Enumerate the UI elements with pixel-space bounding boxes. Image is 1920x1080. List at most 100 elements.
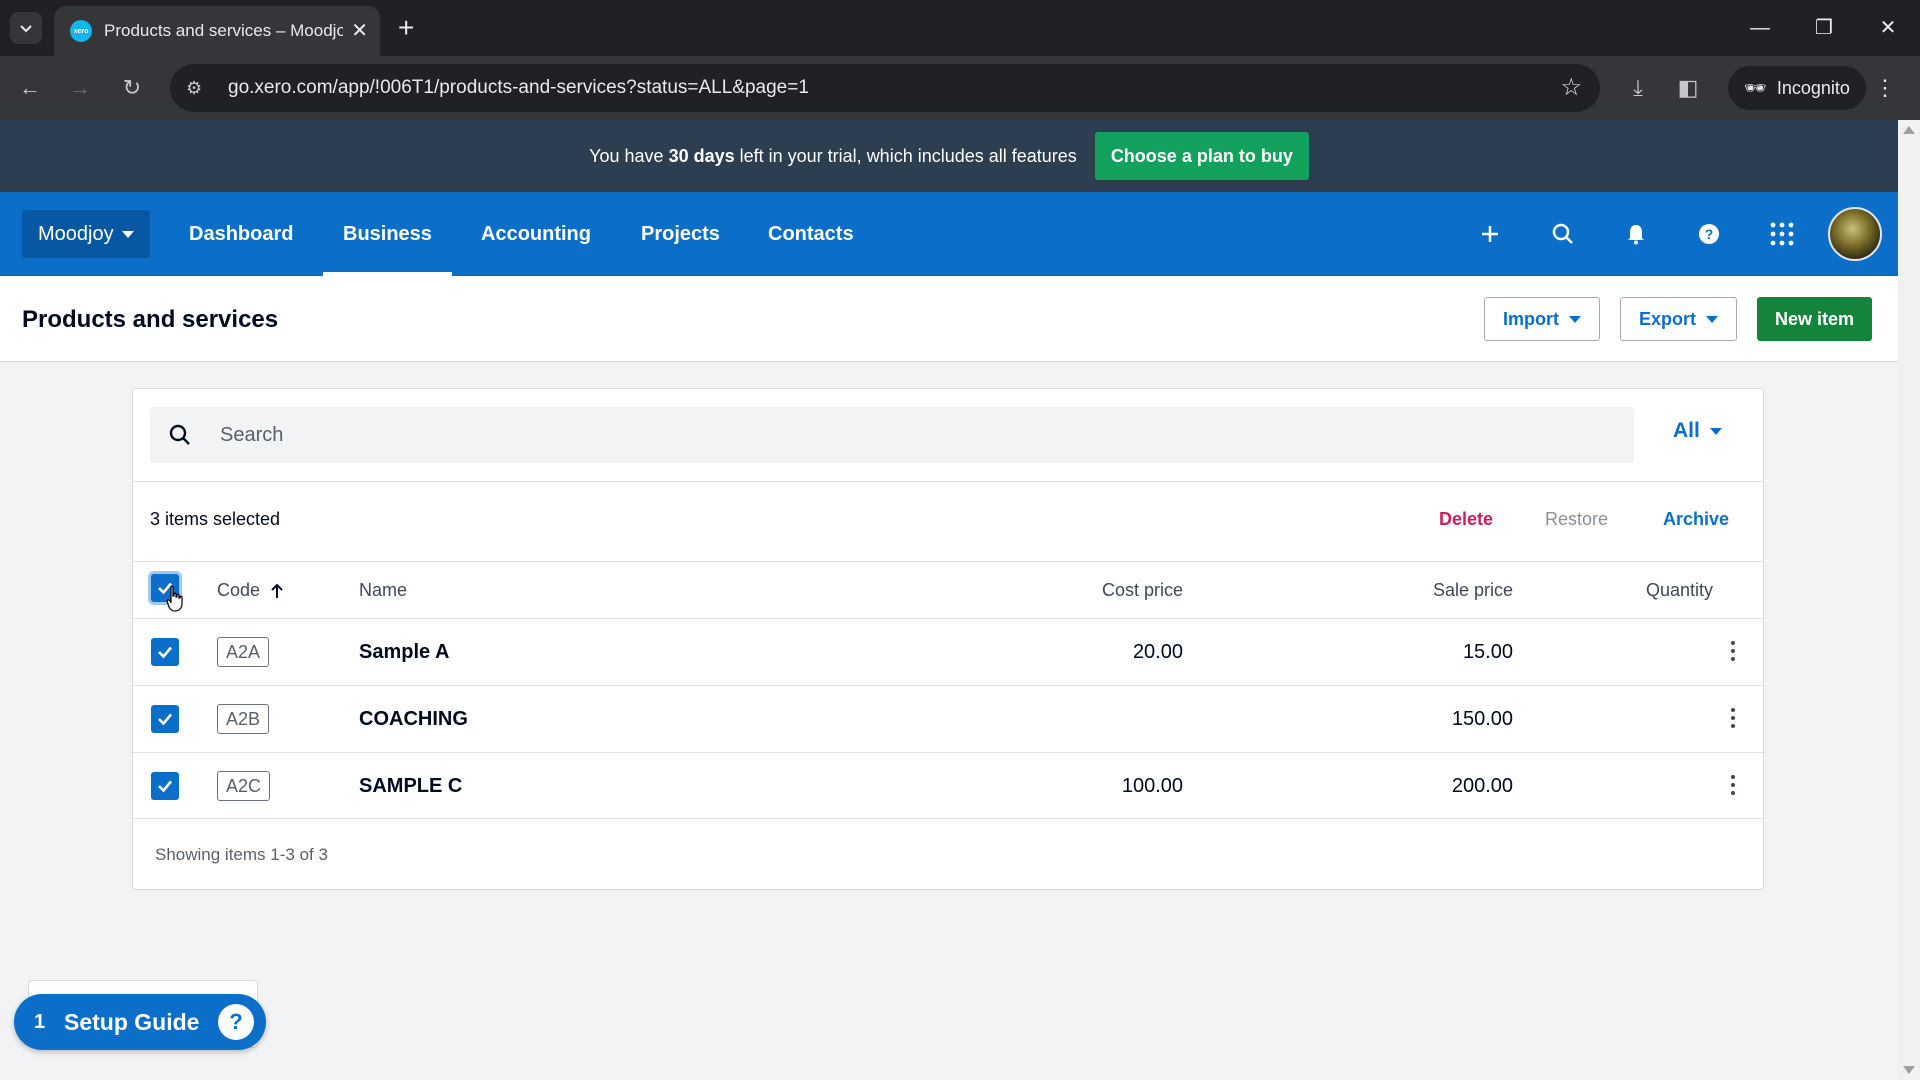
export-button[interactable]: Export bbox=[1620, 297, 1738, 341]
download-icon[interactable]: ⤓ bbox=[1622, 72, 1654, 104]
side-panel-icon[interactable]: ◧ bbox=[1672, 72, 1704, 104]
close-icon[interactable]: ✕ bbox=[351, 21, 368, 41]
scroll-down-arrow-icon[interactable] bbox=[1903, 1066, 1915, 1074]
row-more-options-icon[interactable] bbox=[1723, 708, 1743, 728]
divider bbox=[133, 561, 1763, 562]
item-code: A2C bbox=[217, 771, 271, 801]
row-checkbox[interactable] bbox=[151, 638, 179, 666]
divider bbox=[133, 481, 1763, 482]
item-code: A2A bbox=[217, 637, 270, 667]
item-name: Sample A bbox=[359, 641, 450, 663]
tab-search-button[interactable] bbox=[10, 12, 42, 44]
url-text[interactable]: go.xero.com/app/!006T1/products-and-serv… bbox=[228, 77, 809, 99]
setup-guide-label: Setup Guide bbox=[64, 1008, 200, 1035]
tab-title: Products and services – Moodjoy bbox=[104, 21, 344, 40]
column-header-sale-price[interactable]: Sale price bbox=[1183, 580, 1513, 601]
trial-message: You have 30 days left in your trial, whi… bbox=[589, 145, 1077, 166]
guide-help-icon: ? bbox=[218, 1004, 254, 1040]
table-row[interactable]: A2A Sample A 20.00 15.00 bbox=[133, 618, 1763, 685]
row-checkbox[interactable] bbox=[151, 772, 179, 800]
xero-favicon-icon: xero bbox=[70, 20, 92, 42]
row-more-options-icon[interactable] bbox=[1723, 641, 1743, 661]
item-name: SAMPLE C bbox=[359, 775, 463, 797]
address-bar[interactable]: ⚙ go.xero.com/app/!006T1/products-and-se… bbox=[170, 64, 1600, 112]
page-title: Products and services bbox=[22, 306, 279, 333]
nav-business[interactable]: Business bbox=[323, 192, 452, 276]
svg-text:?: ? bbox=[1705, 226, 1714, 242]
minimize-icon[interactable]: — bbox=[1740, 12, 1780, 44]
caret-down-icon bbox=[121, 230, 134, 238]
sale-price: 150.00 bbox=[1451, 708, 1513, 730]
help-icon[interactable]: ? bbox=[1691, 216, 1727, 252]
site-info-icon[interactable]: ⚙ bbox=[186, 78, 214, 99]
app-launcher-grid-icon[interactable] bbox=[1764, 216, 1800, 252]
row-more-options-icon[interactable] bbox=[1723, 775, 1743, 795]
page-header: Products and services Import Export New … bbox=[0, 276, 1898, 362]
mouse-cursor-icon bbox=[166, 586, 183, 612]
org-name: Moodjoy bbox=[38, 222, 114, 245]
column-code-label: Code bbox=[217, 580, 261, 600]
export-label: Export bbox=[1639, 308, 1697, 329]
search-icon[interactable] bbox=[1545, 216, 1581, 252]
sale-price: 200.00 bbox=[1451, 775, 1513, 797]
column-header-name[interactable]: Name bbox=[359, 580, 407, 601]
app-navigation: Moodjoy Dashboard Business Accounting Pr… bbox=[0, 192, 1898, 276]
archive-button[interactable]: Archive bbox=[1663, 509, 1729, 530]
nav-accounting[interactable]: Accounting bbox=[461, 192, 611, 276]
notifications-bell-icon[interactable] bbox=[1618, 216, 1654, 252]
column-header-quantity[interactable]: Quantity bbox=[1513, 580, 1713, 601]
nav-projects[interactable]: Projects bbox=[621, 192, 740, 276]
cost-price: 20.00 bbox=[1132, 641, 1183, 663]
trial-banner: You have 30 days left in your trial, whi… bbox=[0, 120, 1898, 192]
search-input[interactable] bbox=[210, 423, 1510, 447]
status-filter-dropdown[interactable]: All bbox=[1673, 419, 1722, 443]
checkmark-icon bbox=[158, 713, 172, 726]
bookmark-star-icon[interactable]: ☆ bbox=[1560, 74, 1582, 102]
incognito-label: Incognito bbox=[1776, 77, 1850, 98]
caret-down-icon bbox=[1706, 315, 1719, 323]
forward-icon[interactable]: → bbox=[64, 72, 96, 104]
user-avatar[interactable] bbox=[1828, 207, 1882, 261]
row-checkbox[interactable] bbox=[151, 705, 179, 733]
column-header-cost-price[interactable]: Cost price bbox=[853, 580, 1183, 601]
table-row[interactable]: A2C SAMPLE C 100.00 200.00 bbox=[133, 752, 1763, 819]
new-tab-button[interactable]: + bbox=[398, 12, 414, 44]
column-header-code[interactable]: Code bbox=[217, 580, 284, 601]
choose-plan-button[interactable]: Choose a plan to buy bbox=[1094, 132, 1309, 180]
import-button[interactable]: Import bbox=[1484, 297, 1600, 341]
import-label: Import bbox=[1503, 308, 1559, 329]
sort-ascending-arrow-icon bbox=[271, 583, 283, 598]
incognito-icon: 🕶 bbox=[1744, 77, 1767, 98]
setup-guide-count: 1 bbox=[34, 1010, 46, 1033]
status-filter-label: All bbox=[1673, 419, 1700, 442]
organisation-switcher[interactable]: Moodjoy bbox=[22, 210, 150, 258]
browser-toolbar: ← → ↻ ⚙ go.xero.com/app/!006T1/products-… bbox=[0, 56, 1920, 120]
new-item-button[interactable]: New item bbox=[1757, 297, 1873, 341]
cost-price: 100.00 bbox=[1121, 775, 1183, 797]
back-icon[interactable]: ← bbox=[14, 72, 46, 104]
checkmark-icon bbox=[158, 780, 172, 793]
incognito-indicator[interactable]: 🕶 Incognito bbox=[1728, 66, 1866, 110]
browser-menu-icon[interactable]: ⋮ bbox=[1874, 72, 1896, 104]
browser-tab-bar: xero Products and services – Moodjoy ✕ +… bbox=[0, 0, 1920, 56]
plus-icon[interactable] bbox=[1472, 216, 1508, 252]
chevron-down-icon bbox=[20, 25, 32, 33]
scroll-up-arrow-icon[interactable] bbox=[1903, 126, 1915, 134]
nav-dashboard[interactable]: Dashboard bbox=[169, 192, 313, 276]
browser-tab[interactable]: xero Products and services – Moodjoy ✕ bbox=[54, 6, 380, 56]
restore-button[interactable]: Restore bbox=[1545, 509, 1608, 530]
checkmark-icon bbox=[158, 646, 172, 659]
search-box[interactable] bbox=[150, 407, 1634, 463]
restore-window-icon[interactable]: ❐ bbox=[1804, 12, 1844, 44]
delete-button[interactable]: Delete bbox=[1439, 509, 1493, 530]
caret-down-icon bbox=[1709, 427, 1722, 435]
search-icon bbox=[150, 424, 210, 446]
reload-icon[interactable]: ↻ bbox=[116, 72, 148, 104]
item-name: COACHING bbox=[359, 708, 468, 730]
setup-guide-button[interactable]: 1 Setup Guide ? bbox=[14, 994, 266, 1050]
page-scrollbar[interactable] bbox=[1898, 120, 1920, 1080]
pagination-summary: Showing items 1-3 of 3 bbox=[155, 845, 328, 864]
nav-contacts[interactable]: Contacts bbox=[748, 192, 874, 276]
close-window-icon[interactable]: ✕ bbox=[1868, 12, 1908, 44]
table-row[interactable]: A2B COACHING 150.00 bbox=[133, 685, 1763, 752]
